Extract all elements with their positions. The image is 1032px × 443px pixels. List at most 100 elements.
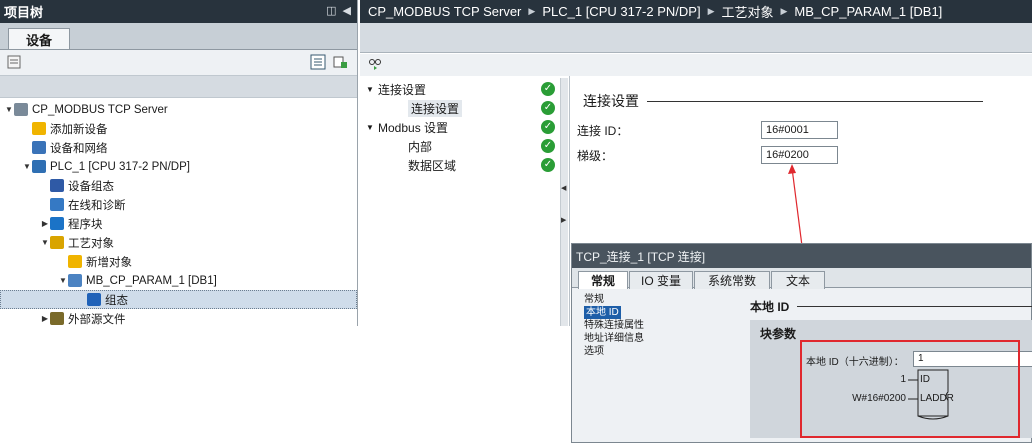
local-id-section-title: 本地 ID [750,300,790,314]
project-tree-panel: 项目树 ◫ ◀ 设备 ▼ CP_MODBUS TCP Server 添加新设备设备和… [0,0,358,326]
devices-networks-icon [32,141,46,154]
expand-toggle-icon[interactable]: ▶ [40,219,50,228]
add-device-icon [32,122,46,135]
tree-item-label: MB_CP_PARAM_1 [DB1] [86,274,217,287]
tree-item[interactable]: ▶ 外部源文件 [0,309,357,328]
properties-icon[interactable] [6,54,22,70]
config-nav-label: 内部 [408,140,433,154]
tree-item-label: 组态 [105,294,128,307]
external-sources-icon [50,312,64,325]
breadcrumb-item[interactable]: PLC_1 [CPU 317-2 PN/DP] [542,4,700,19]
technology-objects-icon [50,236,64,249]
tab-devices[interactable]: 设备 [8,28,70,50]
tree-item-label: 设备和网络 [50,142,108,155]
config-nav-item[interactable]: ▼ Modbus 设置 ✓ [360,118,569,137]
tree-item[interactable]: ▼ PLC_1 [CPU 317-2 PN/DP] [0,157,357,176]
status-ok-icon: ✓ [541,101,555,115]
dialog-tabs: 常规 IO 变量 系统常数 文本 [572,268,1031,289]
expand-toggle-icon[interactable]: ▼ [366,85,378,94]
editor-toolbar [360,54,1032,76]
dialog-title: TCP_连接_1 [TCP 连接] [572,244,1031,268]
add-object-icon [68,255,82,268]
config-nav-item[interactable]: 内部 ✓ [360,137,569,156]
list-view-icon[interactable] [310,54,326,70]
tree-item[interactable]: 组态 [0,290,357,309]
tree-item-label: 工艺对象 [68,237,114,250]
config-nav-item[interactable]: 数据区域 ✓ [360,156,569,175]
config-nav-item[interactable]: ▼ 连接设置 ✓ [360,80,569,99]
tree-item[interactable]: 新增对象 [0,252,357,271]
breadcrumb-separator-icon: ▶ [780,6,788,16]
expand-toggle-icon[interactable]: ▶ [40,314,50,323]
breadcrumb: CP_MODBUS TCP Server ▶ PLC_1 [CPU 317-2 … [360,0,1032,23]
tree-item[interactable]: 在线和诊断 [0,195,357,214]
dialog-nav-item-local-id[interactable]: 本地 ID [584,306,621,319]
config-nav-label: 连接设置 [378,83,427,97]
network-view-icon[interactable] [332,54,348,70]
tab-system-constants[interactable]: 系统常数 [694,271,770,289]
expand-toggle-icon[interactable]: ▼ [4,105,14,114]
project-icon [14,103,28,116]
breadcrumb-separator-icon: ▶ [707,6,715,16]
breadcrumb-separator-icon: ▶ [528,6,536,16]
annotation-arrow [788,164,803,247]
tree-item-label: CP_MODBUS TCP Server [32,103,168,116]
db-icon [68,274,82,287]
status-ok-icon: ✓ [541,158,555,172]
online-diagnostics-icon [50,198,64,211]
tree-item-label: 新增对象 [86,256,132,269]
pin-icon[interactable]: ◫ [326,4,336,17]
tab-general[interactable]: 常规 [578,271,628,289]
breadcrumb-item[interactable]: MB_CP_PARAM_1 [DB1] [794,4,942,19]
tree-item[interactable]: 添加新设备 [0,119,357,138]
tree-item-label: PLC_1 [CPU 317-2 PN/DP] [50,160,190,173]
tree-item[interactable]: ▼ MB_CP_PARAM_1 [DB1] [0,271,357,290]
config-nav-label: Modbus 设置 [378,121,449,135]
breadcrumb-item[interactable]: 工艺对象 [721,2,773,21]
expand-toggle-icon[interactable]: ▼ [58,276,68,285]
tree-item-label: 设备组态 [68,180,114,193]
dialog-nav-item[interactable]: 常规 [584,293,734,306]
status-ok-icon: ✓ [541,120,555,134]
collapse-left-icon[interactable]: ◀ [343,4,351,17]
config-nav-label: 数据区域 [408,159,457,173]
tree-item-label: 在线和诊断 [68,199,126,212]
tree-item-label: 外部源文件 [68,313,126,326]
tab-text[interactable]: 文本 [771,271,825,289]
expand-toggle-icon[interactable]: ▼ [40,238,50,247]
tree-item[interactable]: ▶ 程序块 [0,214,357,233]
editor-subbar [360,23,1032,53]
configuration-icon [87,293,101,306]
dialog-nav-item[interactable]: 特殊连接属性 [584,319,734,332]
section-header: 连接设置 [583,91,983,111]
project-tree-header-bar [0,75,357,98]
expand-toggle-icon[interactable]: ▼ [366,123,378,132]
navigation-scrollbar[interactable]: ◀ ▶ [560,78,568,326]
tree-item[interactable]: 设备组态 [0,176,357,195]
tree-item[interactable]: ▼ 工艺对象 [0,233,357,252]
tree-item[interactable]: ▼ CP_MODBUS TCP Server [0,100,357,119]
config-nav-label: 连接设置 [408,100,463,117]
tree-item[interactable]: 设备和网络 [0,138,357,157]
connection-id-input[interactable]: 16#0001 [761,121,838,139]
glasses-icon[interactable] [368,57,382,71]
project-tree-titlebar: 项目树 ◫ ◀ [0,0,357,23]
config-nav-item[interactable]: 连接设置 ✓ [360,99,569,118]
scroll-right-icon[interactable]: ▶ [561,216,566,224]
local-id-section: 本地 ID [750,298,1032,315]
scroll-left-icon[interactable]: ◀ [561,184,566,192]
breadcrumb-item[interactable]: CP_MODBUS TCP Server [368,4,521,19]
project-tree-list: ▼ CP_MODBUS TCP Server 添加新设备设备和网络 ▼ PLC_1 [C… [0,98,357,328]
dialog-nav-item[interactable]: 选项 [584,345,734,358]
highlight-frame [800,340,1020,438]
plc-icon [32,160,46,173]
project-tree-tabstrip: 设备 [0,23,357,50]
expand-toggle-icon[interactable]: ▼ [22,162,32,171]
project-tree-title: 项目树 [4,5,44,20]
dialog-nav-item[interactable]: 地址详细信息 [584,332,734,345]
dialog-nav: 常规 本地 ID 特殊连接属性 地址详细信息 选项 [584,293,734,358]
config-navigation: ▼ 连接设置 ✓ 连接设置 ✓ ▼ Modbus 设置 ✓ 内部 ✓ 数据区域 ✓ [360,76,570,326]
tab-io-variables[interactable]: IO 变量 [629,271,693,289]
tcp-connection-dialog: TCP_连接_1 [TCP 连接] 常规 IO 变量 系统常数 文本 常规 本地… [571,243,1032,443]
project-tree-toolbar [0,49,357,75]
